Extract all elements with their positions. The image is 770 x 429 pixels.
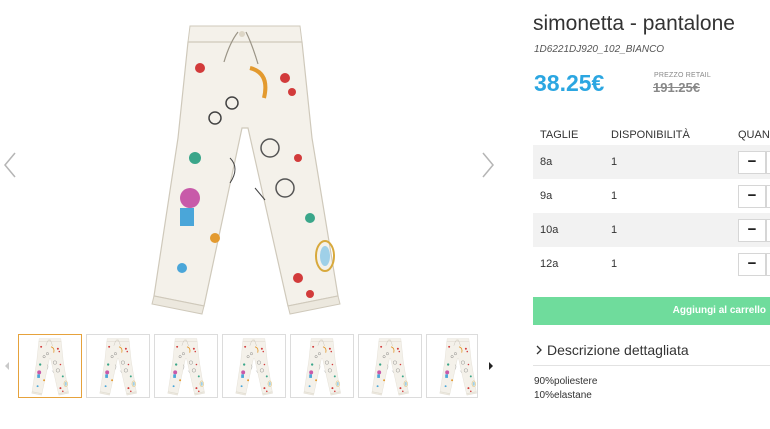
retail-price: 191.25€ xyxy=(653,80,700,95)
availability-cell: 1 xyxy=(611,258,618,270)
decrease-quantity-button[interactable]: − xyxy=(738,253,766,276)
chevron-left-icon[interactable] xyxy=(0,150,20,180)
thumb-next-icon[interactable] xyxy=(486,359,496,373)
size-cell: 12a xyxy=(540,258,559,270)
availability-cell: 1 xyxy=(611,224,618,236)
quantity-input[interactable] xyxy=(766,253,770,276)
add-to-cart-button[interactable]: Aggiungi al carrello xyxy=(533,297,770,325)
product-sku: 1D6221DJ920_102_BIANCO xyxy=(534,44,665,55)
product-price: 38.25€ xyxy=(534,70,605,96)
chevron-right-icon[interactable] xyxy=(478,150,498,180)
chevron-right-small-icon xyxy=(536,345,542,355)
retail-price-label: PREZZO RETAIL xyxy=(654,72,711,79)
size-table: TAGLIE DISPONIBILITÀ QUAN 8a 1 − 9a 1 − … xyxy=(533,127,770,281)
description-toggle[interactable]: Descrizione dettagliata xyxy=(533,340,770,364)
thumbnail-strip xyxy=(0,334,500,400)
availability-cell: 1 xyxy=(611,156,618,168)
header-sizes: TAGLIE xyxy=(540,129,579,141)
quantity-input[interactable] xyxy=(766,185,770,208)
quantity-input[interactable] xyxy=(766,151,770,174)
decrease-quantity-button[interactable]: − xyxy=(738,185,766,208)
size-table-header: TAGLIE DISPONIBILITÀ QUAN xyxy=(533,127,770,145)
size-cell: 10a xyxy=(540,224,559,236)
header-availability: DISPONIBILITÀ xyxy=(611,129,690,141)
product-details: simonetta - pantalone 1D6221DJ920_102_BI… xyxy=(533,0,770,429)
thumbnail-6[interactable] xyxy=(358,334,422,398)
table-row: 12a 1 − xyxy=(533,247,770,281)
product-gallery xyxy=(0,0,500,429)
table-row: 8a 1 − xyxy=(533,145,770,179)
thumbnail-5[interactable] xyxy=(290,334,354,398)
main-product-image xyxy=(120,8,370,323)
description-heading: Descrizione dettagliata xyxy=(547,342,689,358)
thumbnail-4[interactable] xyxy=(222,334,286,398)
size-cell: 8a xyxy=(540,156,553,168)
header-quantity: QUAN xyxy=(738,129,770,141)
divider xyxy=(533,365,770,366)
availability-cell: 1 xyxy=(611,190,618,202)
description-line: 10%elastane xyxy=(534,390,592,401)
thumbnail-2[interactable] xyxy=(86,334,150,398)
thumbnail-7[interactable] xyxy=(426,334,478,398)
size-cell: 9a xyxy=(540,190,553,202)
thumbnail-1[interactable] xyxy=(18,334,82,398)
thumbnail-3[interactable] xyxy=(154,334,218,398)
decrease-quantity-button[interactable]: − xyxy=(738,151,766,174)
product-title: simonetta - pantalone xyxy=(533,12,735,35)
table-row: 9a 1 − xyxy=(533,179,770,213)
thumb-prev-icon[interactable] xyxy=(2,359,12,373)
quantity-input[interactable] xyxy=(766,219,770,242)
decrease-quantity-button[interactable]: − xyxy=(738,219,766,242)
table-row: 10a 1 − xyxy=(533,213,770,247)
description-line: 90%poliestere xyxy=(534,376,598,387)
